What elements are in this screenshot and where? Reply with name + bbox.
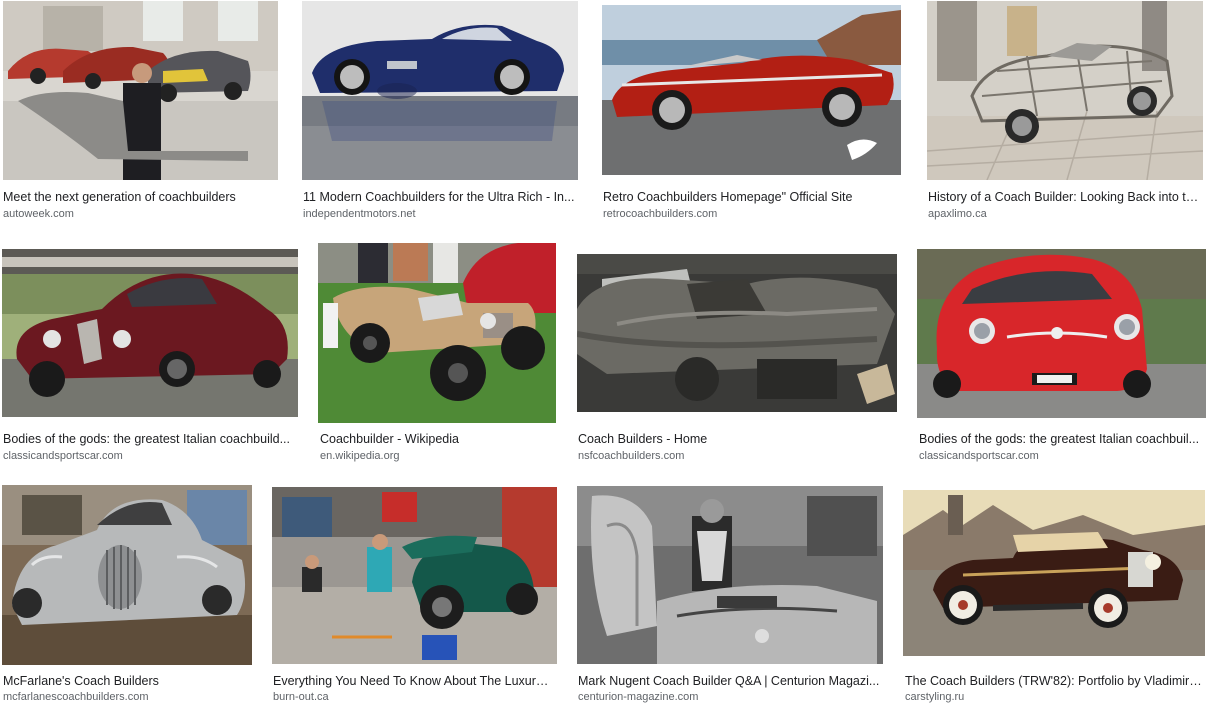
- result-source[interactable]: independentmotors.net: [303, 208, 577, 220]
- result-card[interactable]: History of a Coach Builder: Looking Back…: [925, 0, 1207, 225]
- result-card[interactable]: McFarlane's Coach Builders mcfarlanescoa…: [0, 485, 258, 707]
- result-thumbnail[interactable]: [917, 249, 1206, 418]
- result-card[interactable]: 11 Modern Coachbuilders for the Ultra Ri…: [300, 0, 580, 225]
- result-source[interactable]: centurion-magazine.com: [578, 691, 880, 703]
- result-thumbnail[interactable]: [318, 243, 556, 423]
- result-title[interactable]: The Coach Builders (TRW'82): Portfolio b…: [905, 674, 1202, 688]
- result-card[interactable]: Coach Builders - Home nsfcoachbuilders.c…: [575, 243, 900, 468]
- result-thumbnail[interactable]: [927, 1, 1203, 180]
- result-thumbnail[interactable]: [577, 254, 897, 412]
- result-source[interactable]: nsfcoachbuilders.com: [578, 450, 898, 462]
- result-source[interactable]: burn-out.ca: [273, 691, 553, 703]
- result-title[interactable]: 11 Modern Coachbuilders for the Ultra Ri…: [303, 190, 577, 204]
- result-title[interactable]: Coachbuilder - Wikipedia: [320, 432, 556, 446]
- result-thumbnail[interactable]: [602, 5, 901, 175]
- result-card[interactable]: Mark Nugent Coach Builder Q&A | Centurio…: [575, 485, 885, 707]
- result-source[interactable]: mcfarlanescoachbuilders.com: [3, 691, 253, 703]
- result-source[interactable]: apaxlimo.ca: [928, 208, 1202, 220]
- result-title[interactable]: Meet the next generation of coachbuilder…: [3, 190, 275, 204]
- result-card[interactable]: Coachbuilder - Wikipedia en.wikipedia.or…: [317, 243, 559, 468]
- result-thumbnail[interactable]: [272, 487, 557, 664]
- result-card[interactable]: Bodies of the gods: the greatest Italian…: [916, 243, 1207, 468]
- result-title[interactable]: Bodies of the gods: the greatest Italian…: [3, 432, 295, 446]
- result-title[interactable]: Bodies of the gods: the greatest Italian…: [919, 432, 1204, 446]
- result-card[interactable]: Retro Coachbuilders Homepage" Official S…: [600, 0, 905, 225]
- result-source[interactable]: classicandsportscar.com: [919, 450, 1204, 462]
- result-thumbnail[interactable]: [302, 1, 578, 180]
- result-card[interactable]: Meet the next generation of coachbuilder…: [0, 0, 280, 225]
- result-source[interactable]: carstyling.ru: [905, 691, 1202, 703]
- result-thumbnail[interactable]: [2, 485, 252, 665]
- result-thumbnail[interactable]: [2, 249, 298, 417]
- result-source[interactable]: autoweek.com: [3, 208, 275, 220]
- result-card[interactable]: The Coach Builders (TRW'82): Portfolio b…: [902, 485, 1207, 707]
- result-card[interactable]: Bodies of the gods: the greatest Italian…: [0, 243, 300, 468]
- result-thumbnail[interactable]: [3, 1, 278, 180]
- result-source[interactable]: en.wikipedia.org: [320, 450, 556, 462]
- result-title[interactable]: History of a Coach Builder: Looking Back…: [928, 190, 1202, 204]
- result-title[interactable]: Mark Nugent Coach Builder Q&A | Centurio…: [578, 674, 880, 688]
- result-title[interactable]: Everything You Need To Know About The Lu…: [273, 674, 553, 688]
- result-source[interactable]: classicandsportscar.com: [3, 450, 295, 462]
- result-thumbnail[interactable]: [577, 486, 883, 664]
- result-card[interactable]: Everything You Need To Know About The Lu…: [270, 485, 560, 707]
- result-title[interactable]: Retro Coachbuilders Homepage" Official S…: [603, 190, 903, 204]
- result-title[interactable]: Coach Builders - Home: [578, 432, 898, 446]
- result-thumbnail[interactable]: [903, 490, 1205, 656]
- result-title[interactable]: McFarlane's Coach Builders: [3, 674, 253, 688]
- result-source[interactable]: retrocoachbuilders.com: [603, 208, 903, 220]
